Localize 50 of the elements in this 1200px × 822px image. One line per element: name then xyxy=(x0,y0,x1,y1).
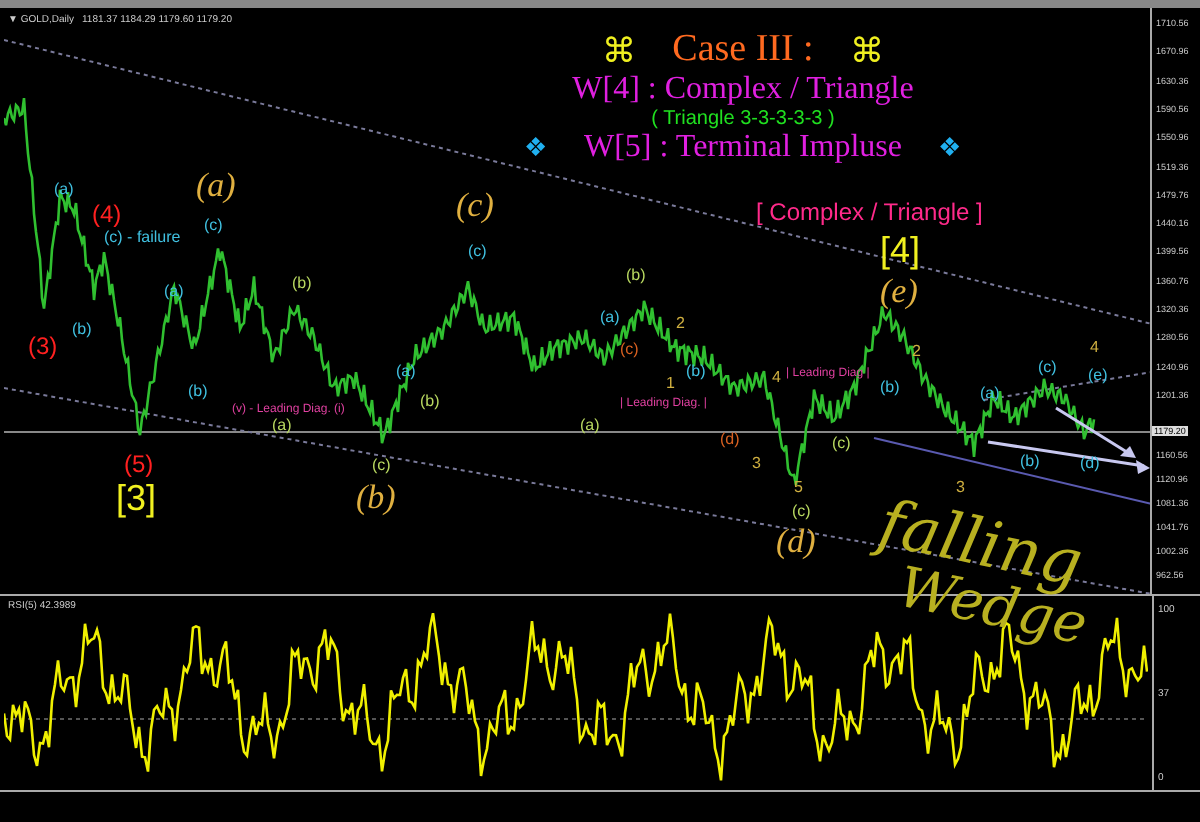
command-symbol: ⌘ xyxy=(849,29,884,71)
wave-label: (a) xyxy=(980,386,1000,402)
wave-label: (b) xyxy=(880,380,900,396)
wave-label: (5) xyxy=(124,452,154,476)
wave-4-title: W[4] : Complex / Triangle xyxy=(572,72,914,108)
wave-label: (c) xyxy=(1038,360,1057,376)
diamond-bullet: ❖ xyxy=(937,132,962,164)
wave-label: (a) xyxy=(600,310,620,326)
wave-label: 3 xyxy=(956,480,965,496)
triangle-subtitle: ( Triangle 3-3-3-3-3 ) xyxy=(651,108,835,130)
wave-label: (a) xyxy=(196,168,236,202)
command-symbol: ⌘ xyxy=(602,29,637,71)
wave-label: 1 xyxy=(666,376,675,392)
wave-label: (c) xyxy=(372,458,391,474)
wave-label: (4) xyxy=(92,202,122,226)
wave-label: (a) xyxy=(54,182,74,198)
wave-label: (d) xyxy=(776,524,816,558)
wave-label: (b) xyxy=(686,364,706,380)
wave-5-title: W[5] : Terminal Impluse xyxy=(584,130,902,166)
wave-label: (c) xyxy=(456,188,494,222)
wave-label: 2 xyxy=(676,316,685,332)
wave-label: (b) xyxy=(72,322,92,338)
wave-label: (a) xyxy=(272,418,292,434)
wave-label: (d) xyxy=(720,432,740,448)
wave-label: (b) xyxy=(356,480,396,514)
wave-label: (b) xyxy=(626,268,646,284)
wave-label: [ Complex / Triangle ] xyxy=(756,200,983,224)
wave-label: (e) xyxy=(880,274,918,308)
wave-label: (b) xyxy=(420,394,440,410)
wave-label: (3) xyxy=(28,334,58,358)
wave-label: (c) - failure xyxy=(104,230,181,246)
wave-label: 4 xyxy=(1090,340,1099,356)
wave-label: (b) xyxy=(1020,454,1040,470)
wave-label: (c) xyxy=(620,342,639,358)
wave-label: (c) xyxy=(792,504,811,520)
wave-label: 4 xyxy=(772,370,781,386)
diamond-bullet: ❖ xyxy=(524,132,548,164)
wave-label: [4] xyxy=(880,232,921,268)
wave-label: [3] xyxy=(116,480,157,516)
wave-label: 5 xyxy=(794,480,803,496)
wave-label: (b) xyxy=(188,384,208,400)
wave-label: (b) xyxy=(292,276,312,292)
wave-label: (a) xyxy=(580,418,600,434)
wave-label: (e) xyxy=(1088,368,1108,384)
case-title: Case III : xyxy=(672,28,814,72)
wave-label: 3 xyxy=(752,456,761,472)
wave-label: (c) xyxy=(204,218,223,234)
wave-label: (d) xyxy=(1080,456,1100,472)
wave-label: (c) xyxy=(468,244,487,260)
wave-label: (c) xyxy=(832,436,851,452)
